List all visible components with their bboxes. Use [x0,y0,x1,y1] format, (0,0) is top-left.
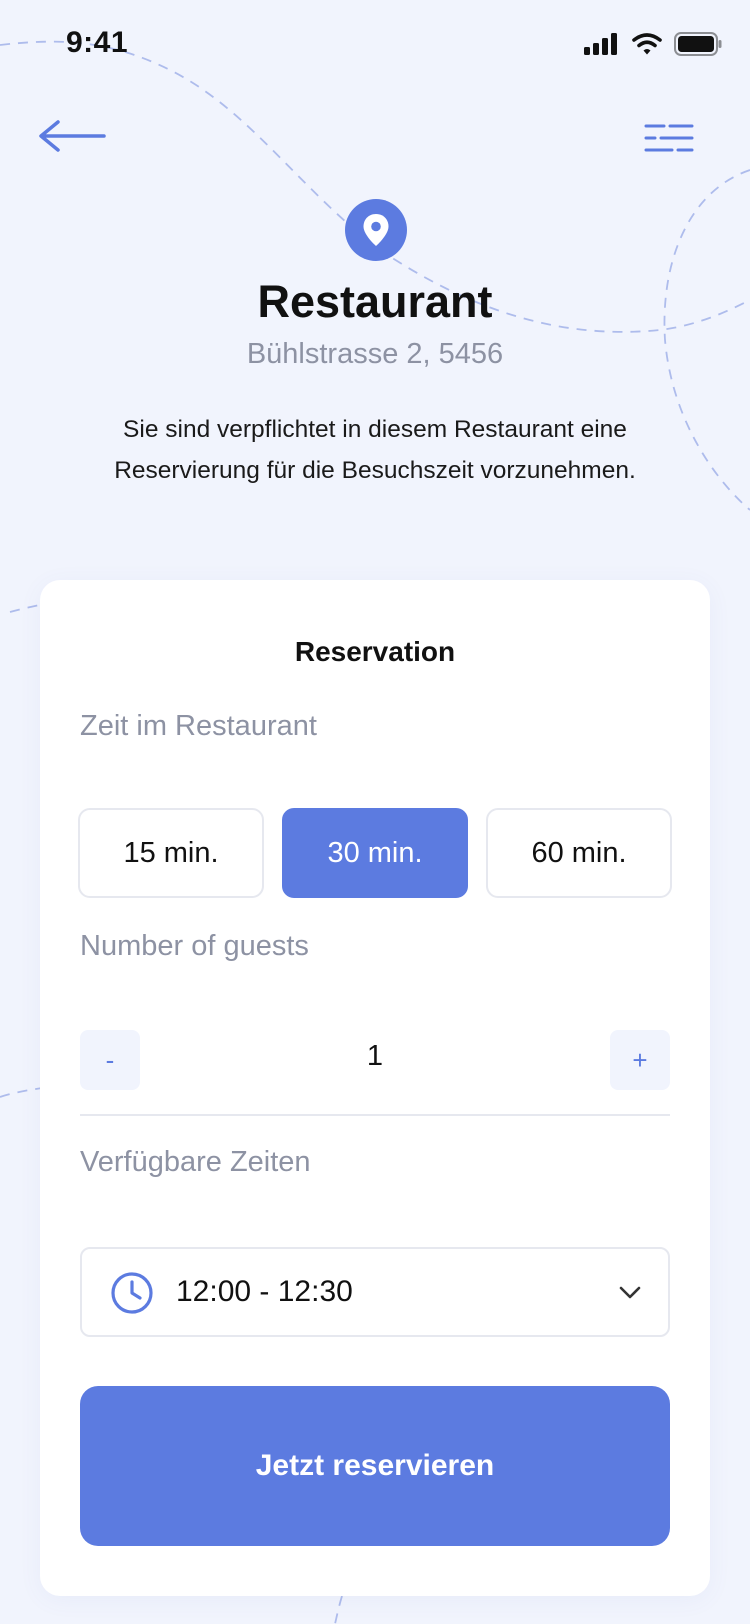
restaurant-address: Bühlstrasse 2, 5456 [246,338,504,370]
time-slot-select[interactable]: 12:00 - 12:30 [80,1247,670,1337]
battery-icon [674,32,722,56]
back-button[interactable] [36,112,110,162]
status-bar: 9:41 [0,0,750,92]
guests-label: Number of guests [80,930,309,962]
card-title: Reservation [294,636,456,667]
reservation-notice: Sie sind verpflichtet in diesem Restaura… [114,416,636,484]
increment-guests-button[interactable]: + [610,1030,670,1090]
reservation-card: Reservation Zeit im Restaurant 15 min. 3… [40,580,710,1596]
decrement-guests-button[interactable]: - [80,1030,140,1090]
menu-button[interactable] [640,118,696,162]
status-time: 9:41 [66,26,129,59]
duration-option-30[interactable]: 30 min. [282,808,468,898]
selected-time-slot: 12:00 - 12:30 [176,1275,353,1308]
divider [80,1114,670,1116]
status-icons [584,32,722,56]
wifi-icon [632,33,662,55]
duration-option-15[interactable]: 15 min. [78,808,264,898]
hamburger-menu-icon [644,124,694,152]
arrow-left-icon [39,120,106,152]
available-times-label: Verfügbare Zeiten [80,1146,311,1178]
duration-option-60[interactable]: 60 min. [486,808,672,898]
location-pin [345,199,407,261]
chevron-down-icon [619,1286,641,1299]
reserve-now-button[interactable]: Jetzt reservieren [80,1386,670,1546]
duration-label: Zeit im Restaurant [80,710,317,742]
map-pin-icon [363,214,389,246]
cellular-signal-icon [584,33,617,55]
guest-count: 1 [366,1040,384,1072]
clock-icon [111,1272,153,1314]
page-title: Restaurant [257,276,493,327]
